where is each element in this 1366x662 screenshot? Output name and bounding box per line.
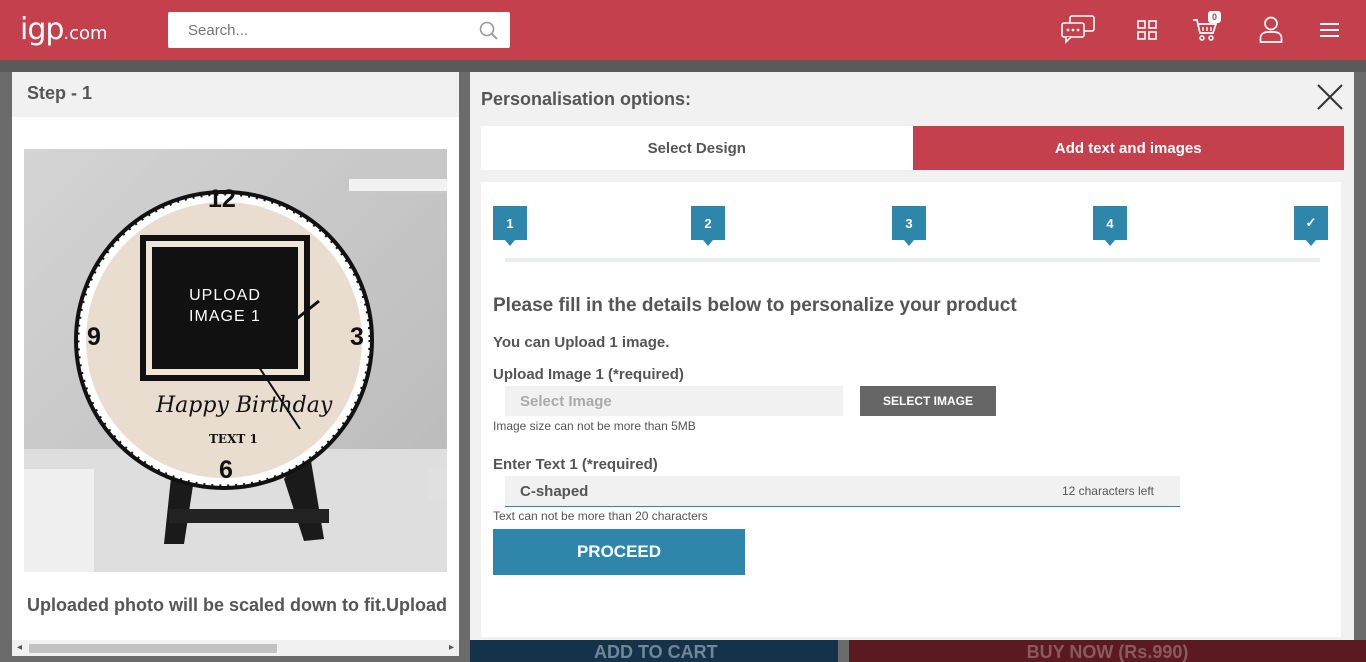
- step-4[interactable]: 4: [1093, 206, 1127, 246]
- step-complete-check-icon[interactable]: ✓: [1294, 206, 1328, 246]
- stepper-track: [505, 258, 1320, 262]
- search-bar: [168, 12, 510, 48]
- grid-icon[interactable]: [1137, 20, 1157, 45]
- design-tabs: Select Design Add text and images: [481, 126, 1344, 170]
- greeting-text: Happy Birthday: [156, 393, 333, 418]
- preview-panel: Step - 1 12 3 6 9 UPLOAD IMAGE 1 Happy B…: [12, 72, 459, 656]
- text1-label: TEXT 1: [209, 432, 258, 446]
- step-3[interactable]: 3: [892, 206, 926, 246]
- image-size-hint: Image size can not be more than 5MB: [493, 419, 696, 433]
- logo-main: igp: [20, 12, 64, 47]
- tab-add-text-images[interactable]: Add text and images: [912, 126, 1344, 170]
- text1-input[interactable]: C-shaped 12 characters left: [505, 476, 1180, 507]
- select-image-button[interactable]: SELECT IMAGE: [860, 386, 996, 416]
- chat-icon[interactable]: [1060, 15, 1096, 50]
- panel-title: Personalisation options:: [481, 89, 692, 109]
- select-image-field[interactable]: Select Image: [505, 386, 843, 416]
- user-icon[interactable]: [1259, 16, 1283, 48]
- scale-notice: Uploaded photo will be scaled down to fi…: [27, 595, 447, 615]
- search-input[interactable]: [168, 12, 458, 48]
- close-icon[interactable]: [1316, 83, 1344, 116]
- upload-count-text: You can Upload 1 image.: [493, 334, 670, 351]
- upload-image-label: Upload Image 1 (*required): [493, 366, 684, 383]
- tab-select-design[interactable]: Select Design: [481, 126, 913, 170]
- step-2[interactable]: 2: [691, 206, 725, 246]
- upload-image-label-line1: UPLOAD: [189, 287, 261, 304]
- search-icon[interactable]: [478, 20, 500, 47]
- form-heading: Please fill in the details below to pers…: [493, 295, 1017, 316]
- clock-number-12: 12: [208, 185, 236, 213]
- top-header: igp.com 0: [0, 0, 1366, 60]
- step-title: Step - 1: [12, 72, 459, 117]
- product-preview: 12 3 6 9 UPLOAD IMAGE 1 Happy Birthday T…: [24, 149, 447, 572]
- upload-image-label-line2: IMAGE 1: [189, 308, 261, 325]
- scroll-right-icon[interactable]: ▸: [449, 642, 454, 653]
- buy-now-button[interactable]: BUY NOW (Rs.990): [849, 640, 1366, 662]
- personalisation-form: 1 2 3 4 ✓ Please fill in the details bel…: [481, 182, 1341, 637]
- logo-domain: .com: [63, 23, 108, 44]
- igp-logo[interactable]: igp.com: [20, 12, 108, 47]
- text1-value: C-shaped: [520, 483, 589, 500]
- menu-icon[interactable]: [1320, 22, 1340, 43]
- personalisation-panel: Personalisation options: Select Design A…: [470, 72, 1354, 640]
- text-input-label: Enter Text 1 (*required): [493, 456, 658, 473]
- add-to-cart-button[interactable]: ADD TO CART: [470, 640, 838, 662]
- cart-count-badge: 0: [1208, 11, 1222, 23]
- clock-number-3: 3: [350, 323, 364, 351]
- characters-left: 12 characters left: [1061, 484, 1154, 498]
- text-length-hint: Text can not be more than 20 characters: [493, 509, 708, 523]
- clock-number-9: 9: [87, 323, 101, 351]
- scroll-left-icon[interactable]: ◂: [17, 642, 22, 653]
- horizontal-scrollbar[interactable]: ◂ ▸: [12, 640, 459, 656]
- step-1[interactable]: 1: [493, 206, 527, 246]
- proceed-button[interactable]: PROCEED: [493, 529, 745, 575]
- scrollbar-thumb[interactable]: [29, 644, 277, 653]
- clock-number-6: 6: [219, 456, 233, 484]
- background-page: [0, 60, 1366, 72]
